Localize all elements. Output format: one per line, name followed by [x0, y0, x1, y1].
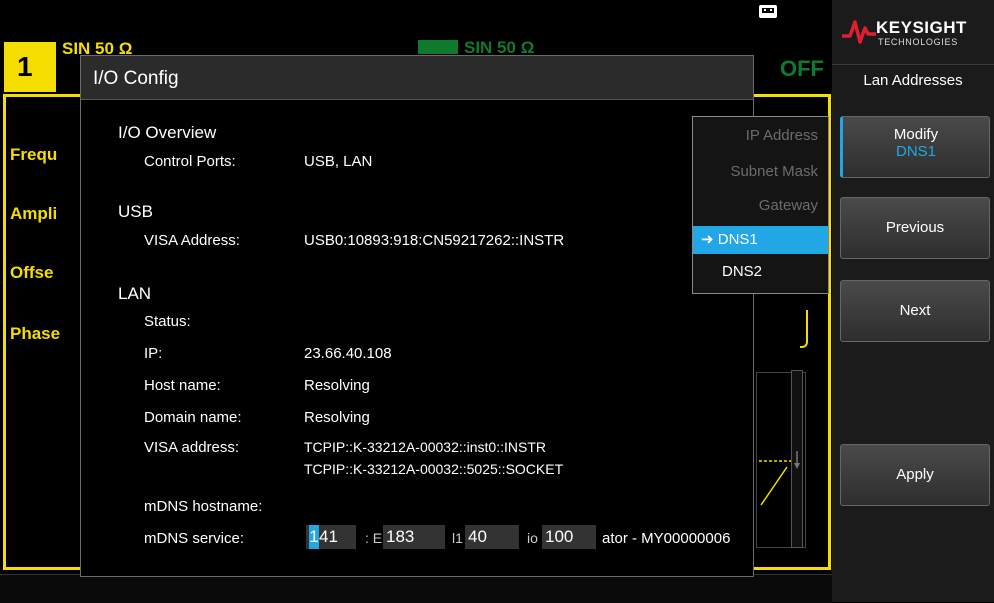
apply-softkey[interactable]: Apply	[840, 444, 990, 506]
list-item-dns2[interactable]: DNS2	[693, 255, 828, 289]
mdns-service-fragment-1: : E	[365, 530, 383, 546]
lan-visa-value-inst0: TCPIP::K-33212A-00032::inst0::INSTR	[304, 439, 546, 455]
waveform-corner-marker	[800, 310, 808, 348]
menu-title: Lan Addresses	[863, 72, 963, 89]
modify-softkey-value: DNS1	[895, 143, 936, 160]
waveform-scrollbar[interactable]	[791, 370, 803, 548]
previous-softkey-label: Previous	[885, 219, 945, 236]
list-item-gateway: Gateway	[758, 197, 818, 214]
lan-visa-label: VISA address:	[144, 439, 240, 456]
control-ports-label: Control Ports:	[144, 153, 236, 170]
dns-octet-2-field[interactable]: 183	[383, 525, 445, 549]
channel2-output-state: OFF	[780, 56, 824, 81]
dns-octet-3-field[interactable]: 40	[465, 525, 519, 549]
next-softkey-label: Next	[899, 302, 931, 319]
mdns-service-label: mDNS service:	[144, 530, 245, 547]
io-overview-heading: I/O Overview	[118, 123, 217, 142]
lan-ip-value: 23.66.40.108	[304, 345, 392, 362]
mdns-service-value-tail: ator - MY00000006	[602, 530, 731, 547]
mdns-hostname-label: mDNS hostname:	[144, 498, 263, 515]
host-name-value: Resolving	[304, 377, 370, 394]
dialog-titlebar: I/O Config	[81, 56, 753, 100]
lan-status-label: Status:	[144, 313, 191, 330]
text-cursor: 1	[309, 525, 319, 549]
param-phase[interactable]: Phase	[10, 324, 60, 344]
status-strip	[0, 574, 832, 603]
softkey-panel: KEYSIGHT TECHNOLOGIES Lan Addresses Modi…	[832, 0, 994, 602]
lan-visa-value-socket: TCPIP::K-33212A-00032::5025::SOCKET	[304, 461, 564, 477]
previous-softkey[interactable]: Previous	[840, 197, 990, 259]
brand-logo-text: KEYSIGHT	[876, 18, 967, 37]
usb-connection-icon	[759, 5, 777, 18]
scroll-arrow-down-icon	[794, 451, 800, 469]
list-item-dns1-label: DNS1	[717, 231, 758, 248]
host-name-label: Host name:	[144, 377, 221, 394]
list-item-dns1[interactable]: ➜ DNS1	[693, 226, 828, 254]
control-ports-value: USB, LAN	[304, 153, 373, 170]
param-frequency[interactable]: Frequ	[10, 145, 57, 165]
dialog-title: I/O Config	[93, 68, 179, 89]
lan-ip-label: IP:	[144, 345, 163, 362]
channel2-indicator	[418, 40, 458, 54]
usb-visa-value: USB0:10893:918:CN59217262::INSTR	[304, 232, 565, 249]
selection-arrow-icon: ➜	[701, 231, 714, 248]
modify-softkey[interactable]: Modify DNS1	[840, 116, 990, 178]
usb-visa-label: VISA Address:	[144, 232, 240, 249]
domain-name-label: Domain name:	[144, 409, 242, 426]
usb-heading: USB	[118, 202, 153, 221]
next-softkey[interactable]: Next	[840, 280, 990, 342]
lan-heading: LAN	[118, 284, 152, 303]
dns-octet-1-field[interactable]: 141	[306, 525, 356, 549]
apply-softkey-label: Apply	[896, 466, 934, 483]
domain-name-value: Resolving	[304, 409, 370, 426]
lan-address-list: IP Address Subnet Mask Gateway ➜ DNS1 DN…	[692, 116, 829, 294]
channel1-badge[interactable]: 1	[4, 42, 56, 92]
dns-octet-1-rest: 41	[319, 527, 338, 546]
list-item-subnet-mask: Subnet Mask	[730, 163, 818, 180]
mdns-service-fragment-3: io	[527, 530, 538, 546]
param-amplitude[interactable]: Ampli	[10, 204, 57, 224]
mdns-service-fragment-2: l1	[452, 530, 463, 546]
modify-softkey-label: Modify	[893, 126, 939, 143]
param-offset[interactable]: Offse	[10, 263, 53, 283]
list-item-ip-address: IP Address	[745, 127, 818, 144]
brand-logo-subtext: TECHNOLOGIES	[878, 37, 958, 47]
menu-title-divider	[832, 64, 994, 65]
keysight-logo-icon	[842, 20, 876, 44]
dns-octet-4-field[interactable]: 100	[542, 525, 596, 549]
io-config-dialog: I/O Config I/O Overview Control Ports: U…	[80, 55, 754, 577]
